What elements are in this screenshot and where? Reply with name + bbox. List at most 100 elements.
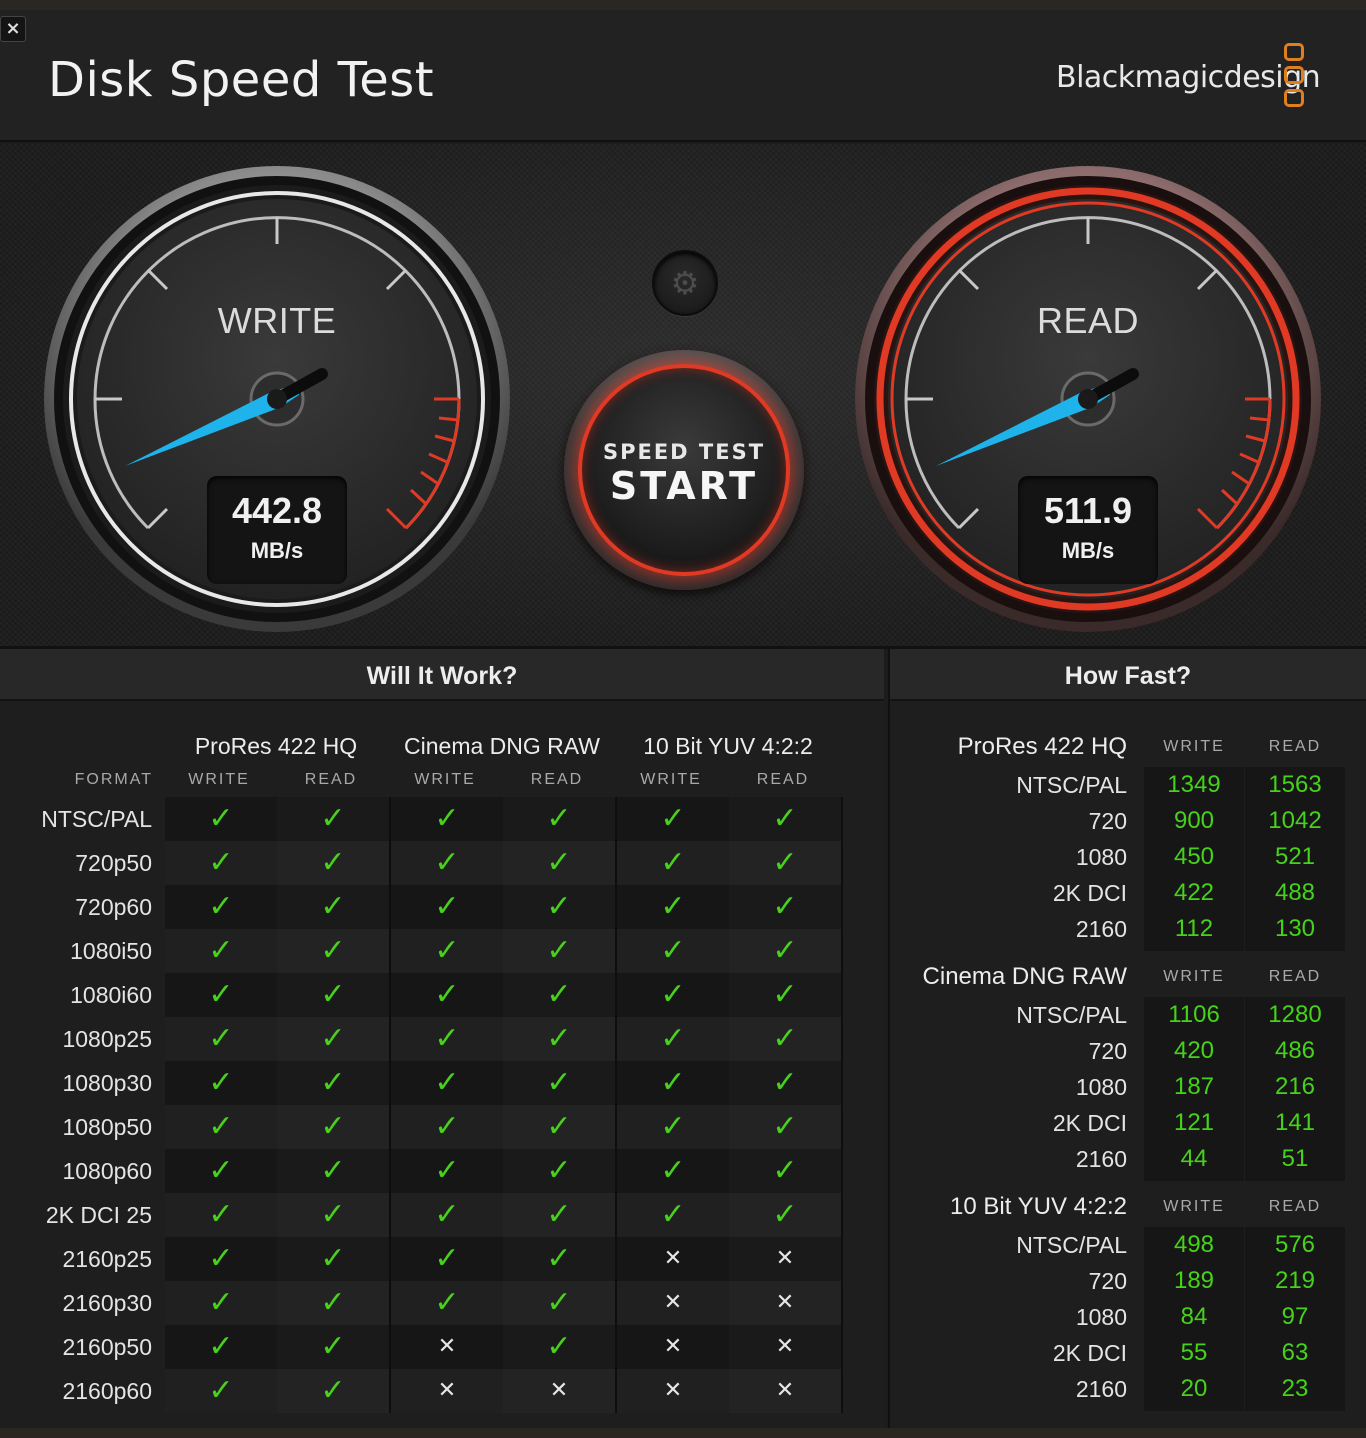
cross-icon: ✕ xyxy=(663,1290,683,1315)
checkmark-icon: ✓ xyxy=(434,1197,460,1232)
checkmark-icon: ✓ xyxy=(320,933,346,968)
format-label: 1080p30 xyxy=(62,1070,152,1096)
checkmark-icon: ✓ xyxy=(434,845,460,880)
read-fps-value: 488 xyxy=(1274,879,1316,906)
format-label: 1080p50 xyxy=(62,1114,152,1140)
write-column-header: WRITE xyxy=(1163,968,1225,985)
sub-header-read: READ xyxy=(304,771,358,788)
column-separator xyxy=(841,797,843,1413)
checkmark-icon: ✓ xyxy=(660,977,686,1012)
checkmark-icon: ✓ xyxy=(772,1021,798,1056)
how-fast-title: How Fast? xyxy=(890,649,1366,701)
write-fps-value: 900 xyxy=(1173,807,1215,834)
format-label: 2K DCI 25 xyxy=(45,1202,152,1228)
format-label: 1080i60 xyxy=(70,982,152,1008)
write-fps-value: 121 xyxy=(1173,1109,1215,1136)
checkmark-icon: ✓ xyxy=(660,1153,686,1188)
checkmark-icon: ✓ xyxy=(546,1109,572,1144)
resolution-label: 2K DCI xyxy=(1052,1110,1127,1136)
write-needle-hub-center xyxy=(267,389,287,409)
write-fps-value: 189 xyxy=(1173,1267,1215,1294)
checkmark-icon: ✓ xyxy=(772,1153,798,1188)
resolution-label: 720 xyxy=(1088,1038,1127,1064)
read-column-header: READ xyxy=(1268,738,1322,755)
read-gauge: READ 511.9 MB/s xyxy=(853,164,1323,634)
read-fps-value: 1280 xyxy=(1268,1001,1322,1028)
codec-group-title: Cinema DNG RAW xyxy=(404,733,600,759)
checkmark-icon: ✓ xyxy=(546,1285,572,1320)
read-fps-value: 63 xyxy=(1281,1339,1309,1366)
read-fps-value: 576 xyxy=(1274,1231,1316,1258)
format-column-header: FORMAT xyxy=(74,771,153,788)
write-fps-value: 420 xyxy=(1173,1037,1215,1064)
checkmark-icon: ✓ xyxy=(208,1109,234,1144)
sub-header-read: READ xyxy=(530,771,584,788)
write-fps-value: 84 xyxy=(1180,1303,1208,1330)
checkmark-icon: ✓ xyxy=(546,1153,572,1188)
checkmark-icon: ✓ xyxy=(546,889,572,924)
checkmark-icon: ✓ xyxy=(434,1109,460,1144)
checkmark-icon: ✓ xyxy=(546,845,572,880)
checkmark-icon: ✓ xyxy=(434,1241,460,1276)
checkmark-icon: ✓ xyxy=(320,1329,346,1364)
checkmark-icon: ✓ xyxy=(208,1197,234,1232)
cross-icon: ✕ xyxy=(663,1246,683,1271)
cross-icon: ✕ xyxy=(549,1378,569,1403)
how-fast-panel: How Fast? ProRes 422 HQ WRITE READ NTSC/PAL… xyxy=(888,649,1366,1428)
cross-icon: ✕ xyxy=(775,1334,795,1359)
write-fps-value: 55 xyxy=(1180,1339,1208,1366)
checkmark-icon: ✓ xyxy=(434,1021,460,1056)
resolution-label: 2160 xyxy=(1075,916,1127,942)
settings-button[interactable]: ⚙ xyxy=(652,250,718,316)
checkmark-icon: ✓ xyxy=(208,1285,234,1320)
read-fps-value: 1042 xyxy=(1268,807,1322,834)
close-button[interactable]: × xyxy=(0,16,26,42)
checkmark-icon: ✓ xyxy=(320,801,346,836)
how-fast-group-title: 10 Bit YUV 4:2:2 xyxy=(950,1193,1127,1220)
resolution-label: NTSC/PAL xyxy=(1016,1232,1127,1258)
resolution-label: 2K DCI xyxy=(1052,1340,1127,1366)
how-fast-group-title: ProRes 422 HQ xyxy=(957,733,1127,760)
checkmark-icon: ✓ xyxy=(320,1241,346,1276)
checkmark-icon: ✓ xyxy=(320,977,346,1012)
start-button-caption: SPEED TEST xyxy=(602,440,766,464)
write-speed-value: 442.8 xyxy=(231,490,323,531)
read-column-header: READ xyxy=(1268,1198,1322,1215)
checkmark-icon: ✓ xyxy=(434,933,460,968)
write-fps-value: 498 xyxy=(1173,1231,1215,1258)
checkmark-icon: ✓ xyxy=(772,889,798,924)
read-fps-value: 51 xyxy=(1281,1145,1309,1172)
checkmark-icon: ✓ xyxy=(660,801,686,836)
checkmark-icon: ✓ xyxy=(434,1065,460,1100)
checkmark-icon: ✓ xyxy=(208,1065,234,1100)
write-fps-value: 1106 xyxy=(1168,1001,1220,1028)
read-fps-value: 130 xyxy=(1274,915,1316,942)
checkmark-icon: ✓ xyxy=(772,845,798,880)
resolution-label: NTSC/PAL xyxy=(1016,772,1127,798)
checkmark-icon: ✓ xyxy=(208,889,234,924)
format-label: 1080p25 xyxy=(62,1026,152,1052)
read-speed-unit: MB/s xyxy=(1061,538,1115,563)
write-fps-value: 112 xyxy=(1174,915,1214,942)
checkmark-icon: ✓ xyxy=(546,1197,572,1232)
checkmark-icon: ✓ xyxy=(546,977,572,1012)
write-fps-value: 1349 xyxy=(1167,771,1221,798)
checkmark-icon: ✓ xyxy=(546,801,572,836)
checkmark-icon: ✓ xyxy=(660,845,686,880)
write-gauge: WRITE 442.8 MB/s xyxy=(42,164,512,634)
sub-header-read: READ xyxy=(756,771,810,788)
write-fps-value: 450 xyxy=(1173,843,1215,870)
checkmark-icon: ✓ xyxy=(546,1065,572,1100)
resolution-label: 1080 xyxy=(1075,1304,1127,1330)
checkmark-icon: ✓ xyxy=(208,801,234,836)
checkmark-icon: ✓ xyxy=(434,1153,460,1188)
read-fps-value: 521 xyxy=(1274,843,1316,870)
checkmark-icon: ✓ xyxy=(320,1065,346,1100)
checkmark-icon: ✓ xyxy=(660,1109,686,1144)
cross-icon: ✕ xyxy=(437,1334,457,1359)
start-button[interactable]: SPEED TEST START xyxy=(564,350,804,590)
read-fps-value: 219 xyxy=(1274,1267,1316,1294)
checkmark-icon: ✓ xyxy=(660,889,686,924)
format-label: 2160p50 xyxy=(62,1334,152,1360)
checkmark-icon: ✓ xyxy=(320,1285,346,1320)
